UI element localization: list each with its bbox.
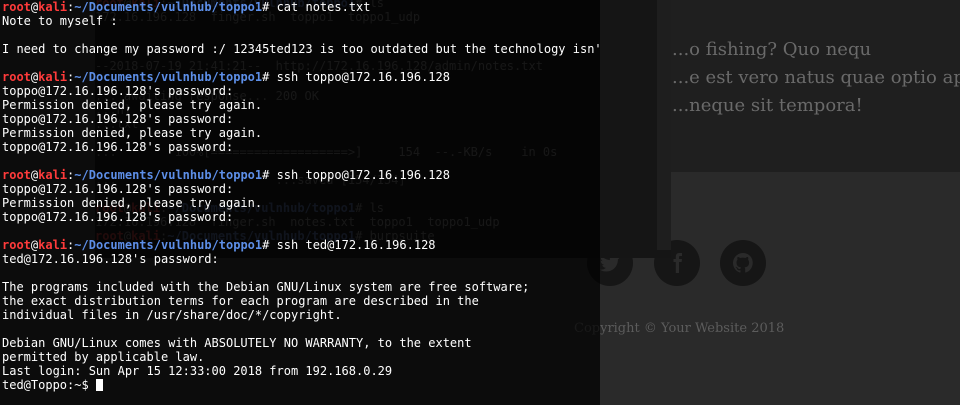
background-text-line: ...o fishing? Quo nequ <box>672 39 872 60</box>
prompt-command: # cat notes.txt <box>262 0 371 14</box>
background-text-line: ...neque sit tempora! <box>672 95 863 116</box>
prompt-user: root <box>2 168 31 182</box>
shell-prompt: ted@Toppo:~$ <box>2 378 96 392</box>
prompt-user: root <box>2 0 31 14</box>
prompt-user: root <box>2 238 31 252</box>
background-webpage-text: ...o fishing? Quo nequ ...e est vero nat… <box>672 36 960 120</box>
prompt-path: ~/Documents/vulnhub/toppo1 <box>74 238 263 252</box>
prompt-host: kali <box>38 168 68 182</box>
prompt-path: ~/Documents/vulnhub/toppo1 <box>74 70 263 84</box>
prompt-host: kali <box>38 0 68 14</box>
prompt-command: # ssh ted@172.16.196.128 <box>262 238 436 252</box>
prompt-command: # ssh toppo@172.16.196.128 <box>262 70 450 84</box>
prompt-host: kali <box>38 238 68 252</box>
background-text-line: ...e est vero natus quae optio ap <box>672 67 960 88</box>
github-icon[interactable] <box>720 240 766 286</box>
terminal-cursor[interactable] <box>95 379 103 391</box>
prompt-user: root <box>2 70 31 84</box>
prompt-path: ~/Documents/vulnhub/toppo1 <box>74 168 263 182</box>
prompt-path: ~/Documents/vulnhub/toppo1 <box>74 0 263 14</box>
prompt-command: # ssh toppo@172.16.196.128 <box>262 168 450 182</box>
prompt-host: kali <box>38 70 68 84</box>
background-terminal-scrollbar[interactable] <box>657 0 671 250</box>
copyright-text: Copyright © Your Website 2018 <box>574 321 785 336</box>
